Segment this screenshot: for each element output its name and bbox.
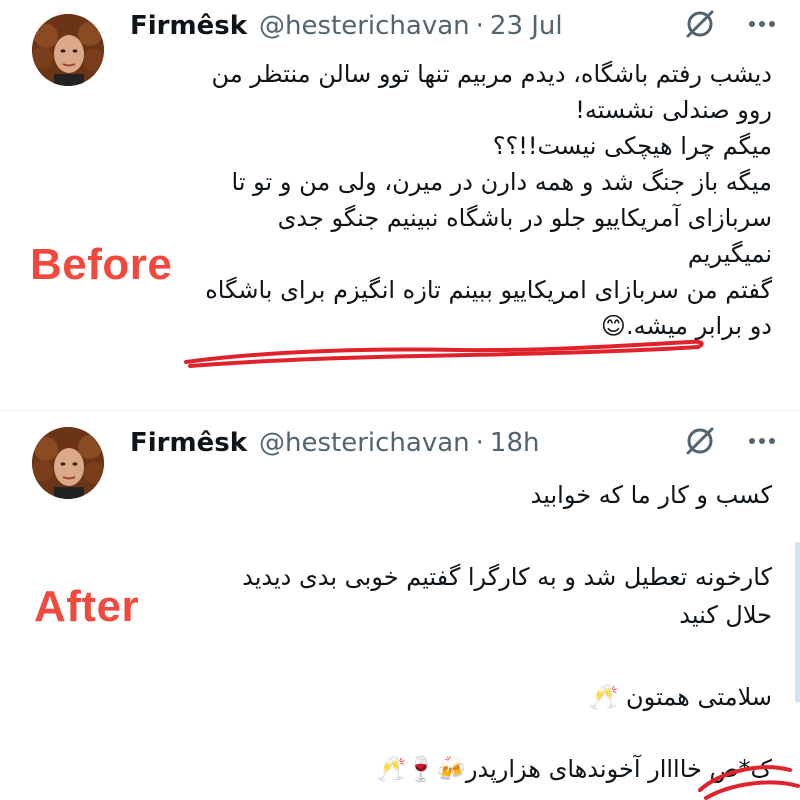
more-icon[interactable] (744, 6, 780, 42)
user-handle[interactable]: @hesterichavan (259, 11, 470, 41)
tweet-before[interactable]: Firmêsk @hesterichavan · 23 Jul دیشب رفت… (0, 0, 800, 410)
grok-icon[interactable] (682, 423, 718, 459)
tweet-line: نمیگیریم (687, 240, 772, 268)
timestamp[interactable]: 23 Jul (490, 11, 563, 41)
timestamp[interactable]: 18h (490, 428, 540, 458)
tweet-line: کسب و کار ما که خوابید (530, 481, 772, 509)
before-label: Before (30, 240, 173, 289)
avatar[interactable] (32, 427, 104, 499)
tweet-line-highlighted: گفتم من سربازای امریکاییو ببینم تازه انگ… (205, 276, 772, 304)
grok-icon[interactable] (682, 6, 718, 42)
tweet-line: حلال کنید (679, 601, 772, 629)
more-icon[interactable] (744, 423, 780, 459)
display-name[interactable]: Firmêsk (130, 11, 247, 41)
tweet-header: Firmêsk @hesterichavan · 23 Jul (130, 8, 563, 44)
user-handle[interactable]: @hesterichavan (259, 428, 470, 458)
tweet-line: دو برابر میشه.😊 (600, 312, 772, 340)
avatar[interactable] (32, 14, 104, 86)
screenshot-canvas: Firmêsk @hesterichavan · 23 Jul دیشب رفت… (0, 0, 800, 800)
tweet-line: سلامتی همتون 🥂 (588, 683, 772, 711)
avatar-image (32, 14, 104, 86)
tweet-line: سربازای آمریکاییو جلو در باشگاه نبینیم ج… (277, 204, 772, 232)
tweet-text: دیشب رفتم باشگاه، دیدم مربیم تنها توو سا… (132, 56, 772, 344)
tweet-line: میگم چرا هیچکی نیست!!؟؟ (492, 132, 772, 160)
tweet-line: میگه باز جنگ شد و همه دارن در میرن، ولی … (231, 168, 772, 196)
tweet-line: ک*ص خاااار آخوندهای هزارپدر🍻🍷🥂 (376, 755, 772, 783)
tweet-line: دیشب رفتم باشگاه، دیدم مربیم تنها توو سا… (211, 60, 772, 88)
separator: · (475, 11, 484, 41)
separator: · (475, 428, 484, 458)
after-label: After (34, 582, 140, 631)
avatar-image (32, 427, 104, 499)
tweet-line: روو صندلی نشسته! (575, 96, 772, 124)
thread-indicator-bar (795, 542, 800, 702)
display-name[interactable]: Firmêsk (130, 428, 247, 458)
tweet-header: Firmêsk @hesterichavan · 18h (130, 425, 539, 461)
tweet-line: کارخونه تعطیل شد و به کارگرا گفتیم خوبی … (242, 563, 772, 591)
